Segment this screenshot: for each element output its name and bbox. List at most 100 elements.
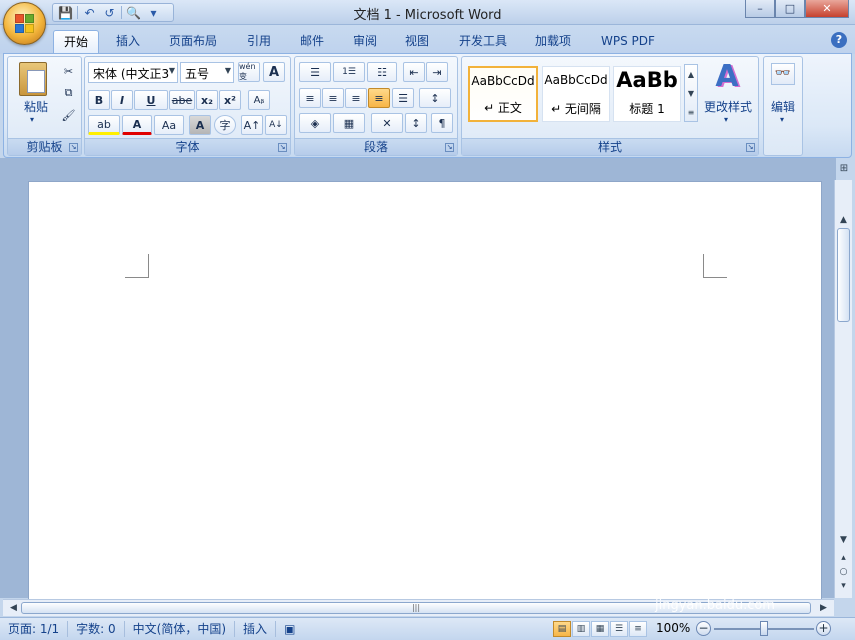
change-case-button[interactable]: Aa [154,115,184,135]
clear-formatting-button[interactable]: Aᵦ [248,90,270,110]
save-button[interactable]: 💾 [57,5,74,21]
character-shading-button[interactable]: A [189,115,211,135]
language-indicator[interactable]: 中文(简体，中国) [125,621,236,637]
borders-button[interactable]: ▦ [333,113,365,133]
style-tile-no-spacing[interactable]: AaBbCcDd ↵ 无间隔 [542,66,610,122]
scroll-right-icon[interactable]: ▶ [815,600,832,616]
redo-button[interactable]: ↺ [101,5,118,21]
character-border-button[interactable]: A [263,62,285,82]
align-left-button[interactable]: ≡ [299,88,321,108]
customize-qat-button[interactable]: ▾ [145,5,162,21]
page-count[interactable]: 页面: 1/1 [0,621,69,637]
zoom-slider-thumb[interactable] [760,621,768,636]
styles-gallery-scroll[interactable]: ▲ ▼ ≡ [684,64,698,122]
enclose-characters-button[interactable]: 字 [214,115,236,135]
shrink-font-button[interactable]: A↓ [265,115,287,135]
editing-button[interactable]: 编辑 [766,98,800,115]
font-dialog-launcher-icon[interactable]: ↘ [278,143,287,152]
underline-button[interactable]: U [134,90,168,110]
subscript-button[interactable]: x₂ [196,90,218,110]
bullets-button[interactable]: ☰ [299,62,331,82]
ruler-toggle-icon[interactable]: ⊞ [836,163,852,179]
decrease-indent-button[interactable]: ⇤ [403,62,425,82]
web-layout-view-icon[interactable]: ▦ [591,621,609,637]
tab-developer[interactable]: 开发工具 [449,30,517,54]
tab-references[interactable]: 引用 [237,30,281,54]
styles-dialog-launcher-icon[interactable]: ↘ [746,143,755,152]
strikethrough-button[interactable]: abe [169,90,195,110]
tab-page-layout[interactable]: 页面布局 [159,30,227,54]
tab-home[interactable]: 开始 [53,30,100,54]
bold-button[interactable]: B [88,90,110,110]
font-name-combo[interactable]: 宋体 (中文正3 ▼ [88,62,178,83]
font-size-combo[interactable]: 五号 ▼ [180,62,234,83]
paste-dropdown-icon[interactable]: ▾ [30,115,34,124]
margin-corner-mark [703,254,727,278]
vertical-scroll-thumb[interactable] [837,228,850,322]
find-binoculars-icon[interactable]: 👓 [771,63,795,85]
next-page-icon[interactable]: ▾ [835,578,852,594]
chevron-down-icon[interactable]: ▾ [780,115,784,124]
minimize-button[interactable]: – [745,0,775,18]
insert-mode-indicator[interactable]: 插入 [235,621,277,637]
help-icon[interactable]: ? [831,32,847,48]
increase-indent-button[interactable]: ⇥ [426,62,448,82]
style-tile-heading-1[interactable]: AaBb 标题 1 [613,66,681,122]
group-label-styles: 样式 [462,138,758,155]
tab-mailings[interactable]: 邮件 [290,30,334,54]
highlight-button[interactable]: ab [88,115,120,135]
justify-button[interactable]: ≡ [368,88,390,108]
document-page[interactable] [28,181,822,601]
outline-view-icon[interactable]: ☰ [610,621,628,637]
print-preview-button[interactable]: 🔍 [125,5,142,21]
zoom-in-icon[interactable]: + [816,621,831,636]
draft-view-icon[interactable]: ≡ [629,621,647,637]
cut-button[interactable]: ✂ [59,61,78,81]
word-count[interactable]: 字数: 0 [68,621,125,637]
print-layout-view-icon[interactable]: ▤ [553,621,571,637]
scroll-left-icon[interactable]: ◀ [5,600,22,616]
tab-wps-pdf[interactable]: WPS PDF [591,30,665,54]
chinese-layout-button[interactable]: ✕ [371,113,403,133]
copy-button[interactable]: ⧉ [59,83,78,103]
sort-button[interactable]: ↕ [405,113,427,133]
center-button[interactable]: ≡ [322,88,344,108]
superscript-button[interactable]: x² [219,90,241,110]
tab-add-ins[interactable]: 加载项 [525,30,581,54]
font-color-button[interactable]: A [122,115,152,135]
italic-button[interactable]: I [111,90,133,110]
style-name: ↵ 无间隔 [551,102,601,116]
change-styles-icon[interactable]: A [712,59,742,94]
multilevel-list-button[interactable]: ☷ [367,62,397,82]
tab-insert[interactable]: 插入 [106,30,150,54]
zoom-out-icon[interactable]: − [696,621,711,636]
undo-button[interactable]: ↶ [81,5,98,21]
paragraph-dialog-launcher-icon[interactable]: ↘ [445,143,454,152]
macro-record-icon[interactable]: ▣ [276,621,303,637]
scroll-down-icon[interactable]: ▼ [835,532,852,548]
tab-review[interactable]: 审阅 [343,30,387,54]
phonetic-guide-button[interactable]: wén 变 [238,62,260,82]
grow-font-button[interactable]: A↑ [241,115,263,135]
chevron-down-icon[interactable]: ▾ [724,115,728,124]
office-button[interactable] [3,2,46,45]
zoom-level[interactable]: 100% [656,621,690,635]
show-marks-button[interactable]: ¶ [431,113,453,133]
scroll-up-icon[interactable]: ▲ [835,212,852,228]
clipboard-dialog-launcher-icon[interactable]: ↘ [69,143,78,152]
maximize-button[interactable]: □ [775,0,805,18]
paste-icon[interactable] [19,62,47,96]
paste-button[interactable]: 粘贴 [12,98,60,115]
line-spacing-button[interactable]: ↕ [419,88,451,108]
close-button[interactable]: ✕ [805,0,849,18]
align-right-button[interactable]: ≡ [345,88,367,108]
distributed-button[interactable]: ☰ [392,88,414,108]
style-tile-normal[interactable]: AaBbCcDd ↵ 正文 [468,66,538,122]
vertical-scrollbar[interactable]: ▲ ▼ ▴ ○ ▾ [834,180,852,598]
tab-view[interactable]: 视图 [395,30,439,54]
format-painter-button[interactable]: 🖌 [59,105,78,125]
change-styles-button[interactable]: 更改样式 [700,98,756,115]
shading-button[interactable]: ◈ [299,113,331,133]
full-screen-reading-view-icon[interactable]: ▥ [572,621,590,637]
numbering-button[interactable]: 1☰ [333,62,365,82]
